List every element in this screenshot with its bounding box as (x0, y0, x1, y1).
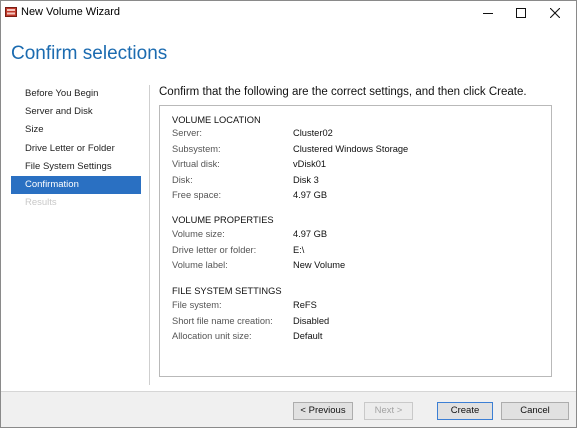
summary-row: Server: Cluster02 (172, 128, 542, 142)
summary-row: File system: ReFS (172, 300, 542, 314)
nav-item-confirmation[interactable]: Confirmation (11, 175, 141, 195)
summary-row: Free space: 4.97 GB (172, 190, 542, 204)
instruction-text: Confirm that the following are the corre… (159, 86, 527, 98)
summary-row: Drive letter or folder: E:\ (172, 245, 542, 259)
section-title-file-system-settings: FILE SYSTEM SETTINGS (172, 286, 282, 296)
row-value: E:\ (293, 244, 305, 255)
row-key: Allocation unit size: (172, 331, 252, 341)
row-value: New Volume (293, 260, 346, 270)
row-key: Free space: (172, 190, 222, 200)
nav-item-before-you-begin[interactable]: Before You Begin (11, 85, 141, 103)
row-key: Short file name creation: (172, 315, 273, 326)
close-button[interactable] (540, 1, 570, 25)
summary-row: Subsystem: Clustered Windows Storage (172, 144, 542, 158)
row-value: Clustered Windows Storage (293, 143, 409, 154)
row-value: 4.97 GB (293, 190, 328, 200)
button-bar: < Previous Next > Create Cancel (1, 392, 576, 427)
create-button[interactable]: Create (437, 402, 493, 420)
wizard-nav: Before You Begin Server and Disk Size Dr… (11, 85, 141, 212)
row-key: Volume label: (172, 260, 228, 270)
summary-row: Volume size: 4.97 GB (172, 229, 542, 243)
nav-item-server-and-disk[interactable]: Server and Disk (11, 103, 141, 121)
row-key: File system: (172, 300, 222, 310)
minimize-button[interactable] (473, 1, 503, 25)
row-value: 4.97 GB (293, 229, 328, 239)
maximize-icon (516, 8, 526, 18)
row-key: Server: (172, 128, 202, 138)
row-key: Volume size: (172, 229, 225, 239)
summary-row: Volume label: New Volume (172, 260, 542, 274)
section-title-volume-properties: VOLUME PROPERTIES (172, 215, 274, 225)
nav-divider (149, 85, 150, 385)
summary-row: Virtual disk: vDisk01 (172, 159, 542, 173)
previous-button[interactable]: < Previous (293, 402, 353, 420)
row-key: Virtual disk: (172, 159, 220, 169)
window-title: New Volume Wizard (21, 6, 121, 18)
summary-row: Short file name creation: Disabled (172, 316, 542, 330)
nav-item-file-system-settings[interactable]: File System Settings (11, 158, 141, 176)
summary-row: Allocation unit size: Default (172, 331, 542, 345)
summary-row: Disk: Disk 3 (172, 175, 542, 189)
row-value: vDisk01 (293, 159, 327, 169)
cancel-button[interactable]: Cancel (501, 402, 569, 420)
nav-item-drive-letter[interactable]: Drive Letter or Folder (11, 140, 141, 158)
row-value: Disk 3 (293, 174, 319, 185)
row-key: Subsystem: (172, 143, 221, 154)
nav-item-size[interactable]: Size (11, 121, 141, 139)
close-icon (550, 8, 560, 18)
row-key: Disk: (172, 174, 193, 185)
wizard-window: New Volume Wizard Confirm selections Bef… (0, 0, 577, 428)
wizard-app-icon (5, 7, 17, 17)
title-bar[interactable]: New Volume Wizard (1, 1, 576, 25)
nav-item-results: Results (25, 197, 57, 209)
row-value: ReFS (293, 300, 317, 310)
maximize-button[interactable] (506, 1, 536, 25)
minimize-icon (483, 13, 493, 14)
row-key: Drive letter or folder: (172, 244, 257, 255)
row-value: Cluster02 (293, 128, 333, 138)
next-button: Next > (364, 402, 413, 420)
section-title-volume-location: VOLUME LOCATION (172, 115, 261, 125)
row-value: Disabled (293, 315, 330, 326)
page-title: Confirm selections (11, 43, 168, 64)
row-value: Default (293, 331, 323, 341)
settings-summary: VOLUME LOCATION Server: Cluster02 Subsys… (159, 105, 552, 377)
